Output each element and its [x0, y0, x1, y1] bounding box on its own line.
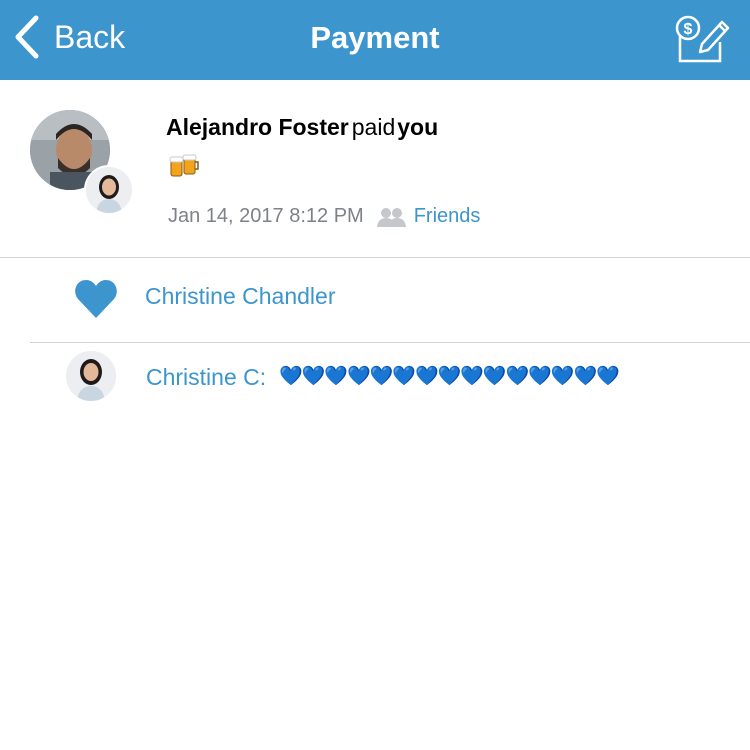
- likes-row: Christine Chandler: [0, 258, 750, 342]
- comment-text: 💙💙💙💙💙💙💙💙💙💙💙💙💙💙💙: [279, 365, 620, 387]
- beer-mugs-icon: [169, 154, 199, 177]
- recipient-photo: [86, 167, 132, 213]
- audience-label[interactable]: Friends: [414, 205, 481, 228]
- comment-item: Christine C: 💙💙💙💙💙💙💙💙💙💙💙💙💙💙💙: [0, 343, 750, 413]
- pay-request-icon: $: [675, 15, 730, 63]
- target-name[interactable]: you: [397, 114, 438, 140]
- actor-name[interactable]: Alejandro Foster: [166, 114, 349, 140]
- svg-text:$: $: [684, 21, 693, 38]
- payment-note: [168, 152, 200, 180]
- page-title: Payment: [310, 20, 440, 55]
- story-verb: paid: [351, 114, 396, 140]
- heart-icon[interactable]: [74, 278, 118, 320]
- story-text: Alejandro Foster paidyou: [166, 113, 438, 141]
- timestamp: Jan 14, 2017 8:12 PM: [168, 205, 364, 227]
- pay-or-request-button[interactable]: $: [672, 14, 730, 64]
- payment-story: Alejandro Foster paidyou Jan 14, 2017 8:1…: [0, 80, 750, 257]
- commenter-avatar[interactable]: [66, 351, 116, 401]
- navigation-bar: Back Payment $: [0, 0, 750, 80]
- friends-icon: [376, 207, 406, 227]
- story-meta: Jan 14, 2017 8:12 PM Friends: [168, 205, 480, 228]
- commenter-photo: [66, 351, 116, 401]
- recipient-avatar[interactable]: [84, 165, 134, 215]
- comment-author[interactable]: Christine C:: [146, 363, 266, 391]
- liker-names[interactable]: Christine Chandler: [145, 282, 335, 310]
